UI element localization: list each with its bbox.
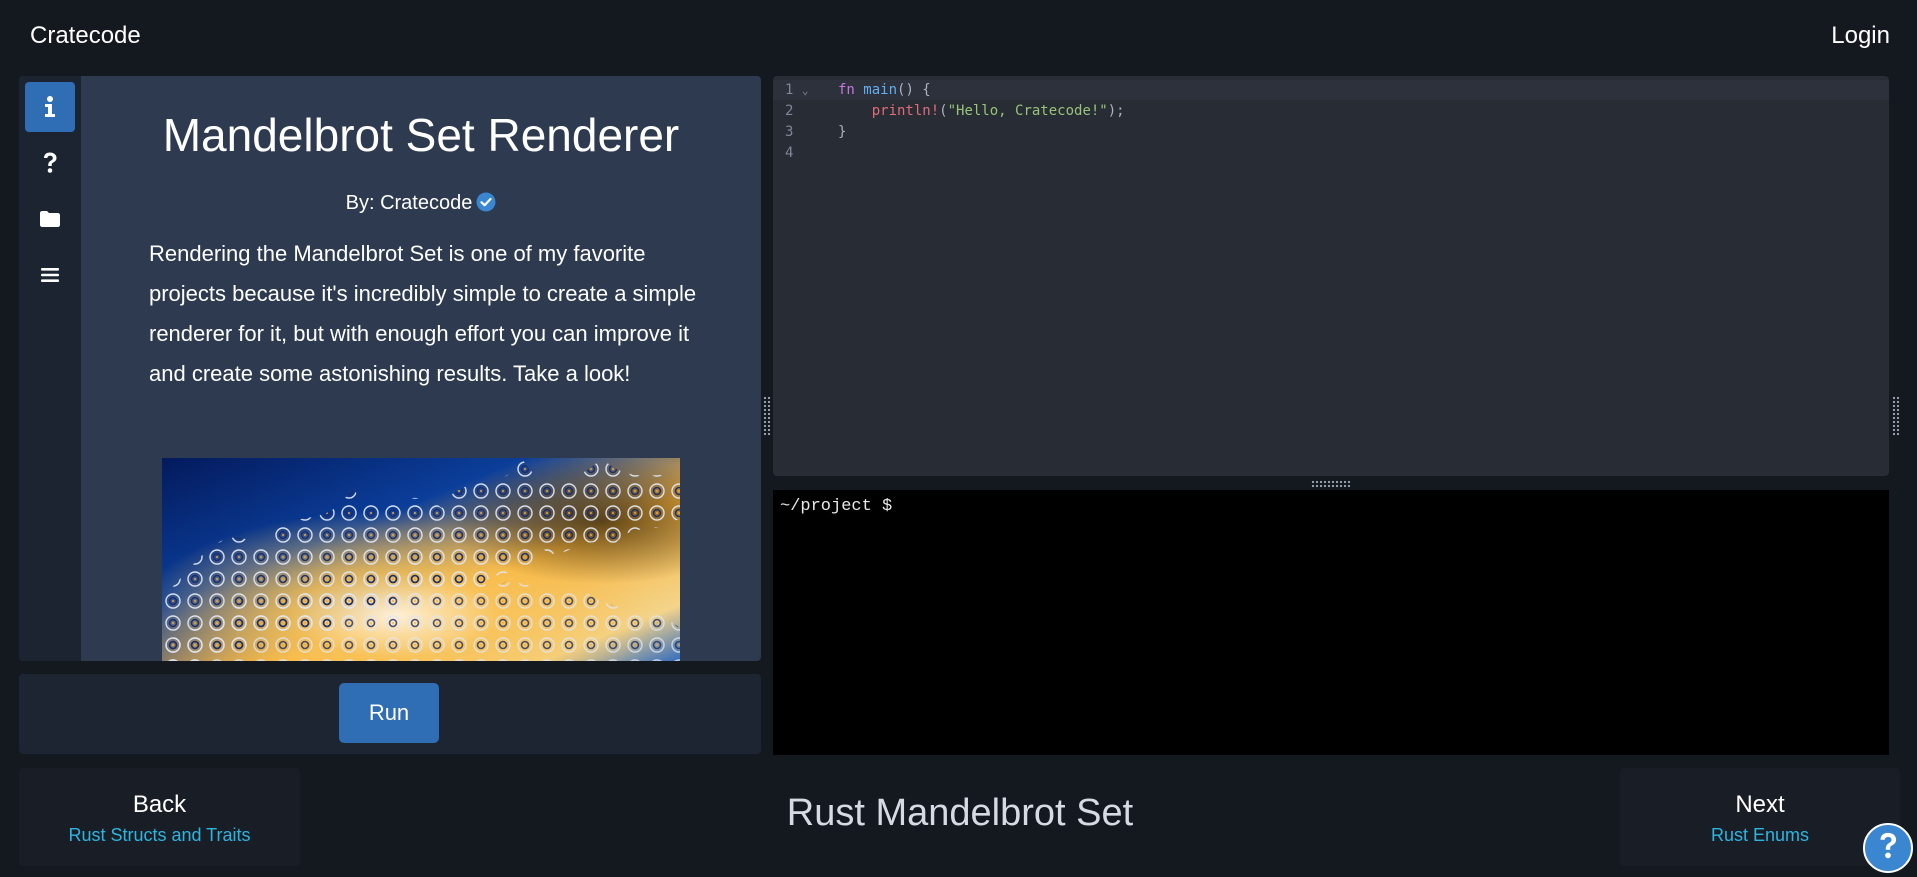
line-number: 4 — [785, 145, 794, 161]
menu-icon — [41, 267, 59, 283]
line-number-gutter: 1 ⌄ 2 3 4 — [773, 80, 833, 164]
lesson-description: Rendering the Mandelbrot Set is one of m… — [149, 241, 697, 386]
next-nav-button[interactable]: Next Rust Enums — [1620, 768, 1900, 866]
back-nav-button[interactable]: Back Rust Structs and Traits — [19, 768, 300, 866]
info-icon — [44, 96, 56, 118]
brand-logo[interactable]: Cratecode — [30, 22, 141, 50]
fold-marker-icon[interactable]: ⌄ — [802, 84, 809, 97]
menu-tab-button[interactable] — [25, 250, 75, 300]
code-line: fn main() { — [838, 82, 931, 98]
files-tab-button[interactable] — [25, 194, 75, 244]
line-number: 3 — [785, 124, 794, 140]
code-editor[interactable]: 1 ⌄ 2 3 4 fn main() { println!("Hello, C… — [773, 76, 1889, 476]
left-panel-resize-handle[interactable] — [763, 396, 771, 436]
side-rail — [19, 76, 81, 661]
lesson-title: Mandelbrot Set Renderer — [162, 109, 680, 161]
next-lesson-link[interactable]: Rust Enums — [1620, 825, 1900, 846]
help-question-icon — [1878, 832, 1898, 865]
info-tab-button[interactable] — [25, 82, 75, 132]
hints-tab-button[interactable] — [25, 138, 75, 188]
lesson-content: Mandelbrot Set Renderer By: Cratecode Re… — [81, 76, 761, 661]
terminal-prompt: ~/project $ — [780, 497, 893, 516]
help-button[interactable] — [1863, 823, 1913, 873]
mandelbrot-image — [162, 458, 680, 661]
line-number: 1 ⌄ — [785, 82, 809, 98]
login-link[interactable]: Login — [1831, 22, 1890, 50]
line-number: 2 — [785, 103, 794, 119]
run-button[interactable]: Run — [339, 683, 439, 743]
right-edge-resize-handle[interactable] — [1892, 396, 1900, 436]
verified-badge-icon — [476, 192, 496, 218]
author-name[interactable]: Cratecode — [380, 192, 472, 214]
course-title: Rust Mandelbrot Set — [786, 792, 1134, 834]
folder-icon — [40, 211, 60, 227]
run-bar: Run — [19, 674, 761, 754]
code-content[interactable]: fn main() { println!("Hello, Cratecode!"… — [838, 80, 1125, 164]
back-label: Back — [132, 791, 187, 818]
editor-terminal-resize-handle[interactable] — [1311, 480, 1351, 487]
lesson-panel: Mandelbrot Set Renderer By: Cratecode Re… — [19, 76, 761, 661]
next-label: Next — [1735, 791, 1785, 818]
terminal[interactable]: ~/project $ — [773, 490, 1889, 755]
author-byline: By: Cratecode — [81, 192, 761, 218]
byline-prefix: By: — [345, 192, 381, 214]
question-icon — [42, 152, 58, 174]
code-line: } — [838, 124, 847, 140]
code-line: println!("Hello, Cratecode!"); — [871, 103, 1125, 119]
top-bar: Cratecode Login — [0, 0, 1917, 74]
back-lesson-link[interactable]: Rust Structs and Traits — [19, 825, 300, 846]
